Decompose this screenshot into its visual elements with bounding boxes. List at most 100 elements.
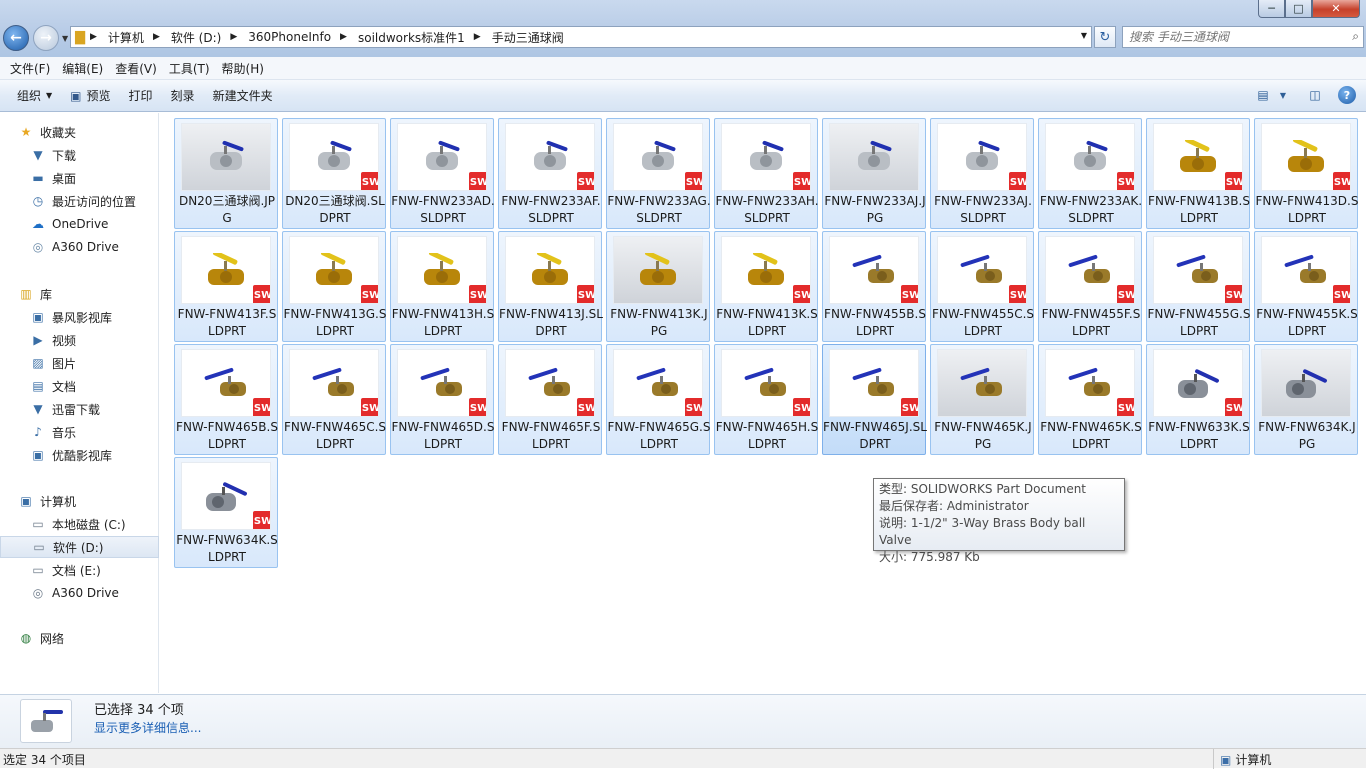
sidebar-item-library[interactable]: ▣ 暴风影视库 [0,306,159,328]
storm-video-icon: ▣ [32,310,44,324]
solidworks-badge-icon: SW [1224,397,1242,416]
file-item[interactable]: SW FNW-FNW413D.SLDPRT [1254,118,1358,229]
menu-item[interactable]: 编辑(E) [56,60,109,77]
sidebar-item-drive[interactable]: ▭ 软件 (D:) [0,536,159,558]
file-item[interactable]: SW FNW-FNW634K.SLDPRT [174,457,278,568]
breadcrumb-arrow-icon[interactable]: ▶ [227,32,240,42]
file-item[interactable]: FNW-FNW634K.JPG [1254,344,1358,455]
file-item[interactable]: SW FNW-FNW233AG.SLDPRT [606,118,711,229]
sidebar-item-favorite[interactable]: ▬ 桌面 [0,167,159,189]
chevron-down-icon: ▼ [46,91,53,100]
sidebar-label: 视频 [52,333,77,348]
sidebar-item-drive[interactable]: ▭ 文档 (E:) [0,559,159,581]
forward-button[interactable]: → [33,25,59,51]
file-item[interactable]: SW FNW-FNW413B.SLDPRT [1146,118,1250,229]
file-thumbnail: SW [181,236,271,304]
menu-item[interactable]: 工具(T) [163,60,216,77]
file-item[interactable]: SW FNW-FNW633K.SLDPRT [1146,344,1250,455]
file-item[interactable]: SW FNW-FNW465K.SLDPRT [1038,344,1142,455]
organize-button[interactable]: 组织 ▼ [8,84,61,108]
sidebar-item-library[interactable]: ♪ 音乐 [0,421,159,443]
file-item[interactable]: SW FNW-FNW233AD.SLDPRT [390,118,495,229]
breadcrumb-arrow-icon[interactable]: ▶ [337,32,350,42]
breadcrumb-item[interactable]: soildworks标准件1 ▶ [352,29,484,46]
file-item[interactable]: SW FNW-FNW465D.SLDPRT [390,344,494,455]
file-name: FNW-FNW413F.SLDPRT [177,307,277,338]
file-item[interactable]: SW FNW-FNW233AF.SLDPRT [498,118,602,229]
file-item[interactable]: SW FNW-FNW465J.SLDPRT [822,344,927,455]
breadcrumb-item[interactable]: 360PhoneInfo ▶ [242,29,350,46]
file-item[interactable]: SW FNW-FNW413K.SLDPRT [714,231,818,342]
sidebar-item-library[interactable]: ▤ 文档 [0,375,159,397]
file-item[interactable]: DN20三通球阀.JPG [174,118,278,229]
sidebar-item-drive[interactable]: ◎ A360 Drive [0,582,159,604]
breadcrumb-arrow-icon[interactable]: ▶ [150,32,163,42]
breadcrumb-arrow-icon[interactable]: ▶ [471,32,484,42]
file-item[interactable]: SW DN20三通球阀.SLDPRT [282,118,386,229]
sidebar-item-library[interactable]: ▶ 视频 [0,329,159,351]
breadcrumb-root-arrow[interactable]: ▶ [87,32,100,42]
burn-button[interactable]: 刻录 [162,84,204,108]
file-item[interactable]: SW FNW-FNW455C.SLDPRT [930,231,1034,342]
sidebar-item-library[interactable]: ▣ 优酷影视库 [0,444,159,466]
menu-item[interactable]: 帮助(H) [216,60,270,77]
file-item[interactable]: SW FNW-FNW465G.SLDPRT [606,344,710,455]
sidebar-item-library[interactable]: ▨ 图片 [0,352,159,374]
file-item[interactable]: SW FNW-FNW465H.SLDPRT [714,344,818,455]
preview-pane-icon[interactable]: ◫ [1306,86,1324,104]
sidebar-item-favorite[interactable]: ◎ A360 Drive [0,236,159,258]
minimize-button[interactable]: ─ [1258,0,1285,18]
file-thumbnail: SW [937,236,1027,304]
sidebar-network[interactable]: ◍ 网络 [0,627,159,649]
search-input[interactable] [1129,30,1339,44]
search-box: ⌕ [1122,26,1364,48]
address-bar[interactable]: ▇ ▶ 计算机 ▶ 软件 (D:) ▶ 360PhoneInfo ▶ soildworks标… [70,26,1092,48]
print-button[interactable]: 打印 [120,84,162,108]
file-item[interactable]: SW FNW-FNW233AK.SLDPRT [1038,118,1142,229]
menu-item[interactable]: 文件(F) [4,60,56,77]
sidebar-item-favorite[interactable]: ☁ OneDrive [0,213,159,235]
recent-pages-dropdown-icon[interactable]: ▼ [62,34,68,43]
sidebar-item-library[interactable]: ▼ 迅雷下载 [0,398,159,420]
file-item[interactable]: FNW-FNW465K.JPG [930,344,1034,455]
thunder-download-icon: ▼ [33,402,43,416]
file-item[interactable]: SW FNW-FNW455B.SLDPRT [822,231,926,342]
sidebar-libraries[interactable]: ▥ 库 [0,283,159,305]
file-item[interactable]: SW FNW-FNW413F.SLDPRT [174,231,278,342]
sidebar-favorites[interactable]: ★ 收藏夹 [0,121,159,143]
change-view-icon[interactable]: ▤ [1254,86,1272,104]
file-item[interactable]: SW FNW-FNW455K.SLDPRT [1254,231,1358,342]
breadcrumb-item[interactable]: 手动三通球阀 [486,29,570,46]
preview-button[interactable]: ▣ 预览 [61,84,119,108]
search-icon[interactable]: ⌕ [1352,29,1359,44]
sidebar-item-favorite[interactable]: ◷ 最近访问的位置 [0,190,159,212]
breadcrumb-item[interactable]: 计算机 ▶ [102,29,163,46]
close-button[interactable]: ✕ [1312,0,1360,18]
sidebar-computer[interactable]: ▣ 计算机 [0,490,159,512]
sidebar-item-drive[interactable]: ▭ 本地磁盘 (C:) [0,513,159,535]
breadcrumb-item[interactable]: 软件 (D:) ▶ [165,29,240,46]
menu-item[interactable]: 查看(V) [109,60,163,77]
new-folder-button[interactable]: 新建文件夹 [204,84,282,108]
file-item[interactable]: SW FNW-FNW465C.SLDPRT [282,344,386,455]
back-button[interactable]: ← [3,25,29,51]
file-item[interactable]: SW FNW-FNW233AH.SLDPRT [714,118,819,229]
view-options-chevron-icon[interactable]: ▼ [1274,86,1292,104]
libraries-icon: ▥ [20,287,32,301]
sidebar-item-favorite[interactable]: ▼ 下载 [0,144,159,166]
file-item[interactable]: SW FNW-FNW465B.SLDPRT [174,344,278,455]
maximize-button[interactable]: □ [1285,0,1312,18]
file-item[interactable]: SW FNW-FNW413J.SLDPRT [498,231,603,342]
file-item[interactable]: SW FNW-FNW413H.SLDPRT [390,231,494,342]
file-item[interactable]: SW FNW-FNW455G.SLDPRT [1146,231,1250,342]
address-dropdown-icon[interactable]: ▼ [1081,31,1087,40]
file-item[interactable]: FNW-FNW413K.JPG [606,231,710,342]
refresh-button[interactable]: ↻ [1094,26,1116,48]
file-item[interactable]: FNW-FNW233AJ.JPG [822,118,926,229]
file-item[interactable]: SW FNW-FNW465F.SLDPRT [498,344,602,455]
file-item[interactable]: SW FNW-FNW455F.SLDPRT [1038,231,1142,342]
file-item[interactable]: SW FNW-FNW413G.SLDPRT [282,231,386,342]
more-details-link[interactable]: 显示更多详细信息... [94,719,201,736]
help-icon[interactable]: ? [1338,86,1356,104]
file-item[interactable]: SW FNW-FNW233AJ.SLDPRT [930,118,1034,229]
